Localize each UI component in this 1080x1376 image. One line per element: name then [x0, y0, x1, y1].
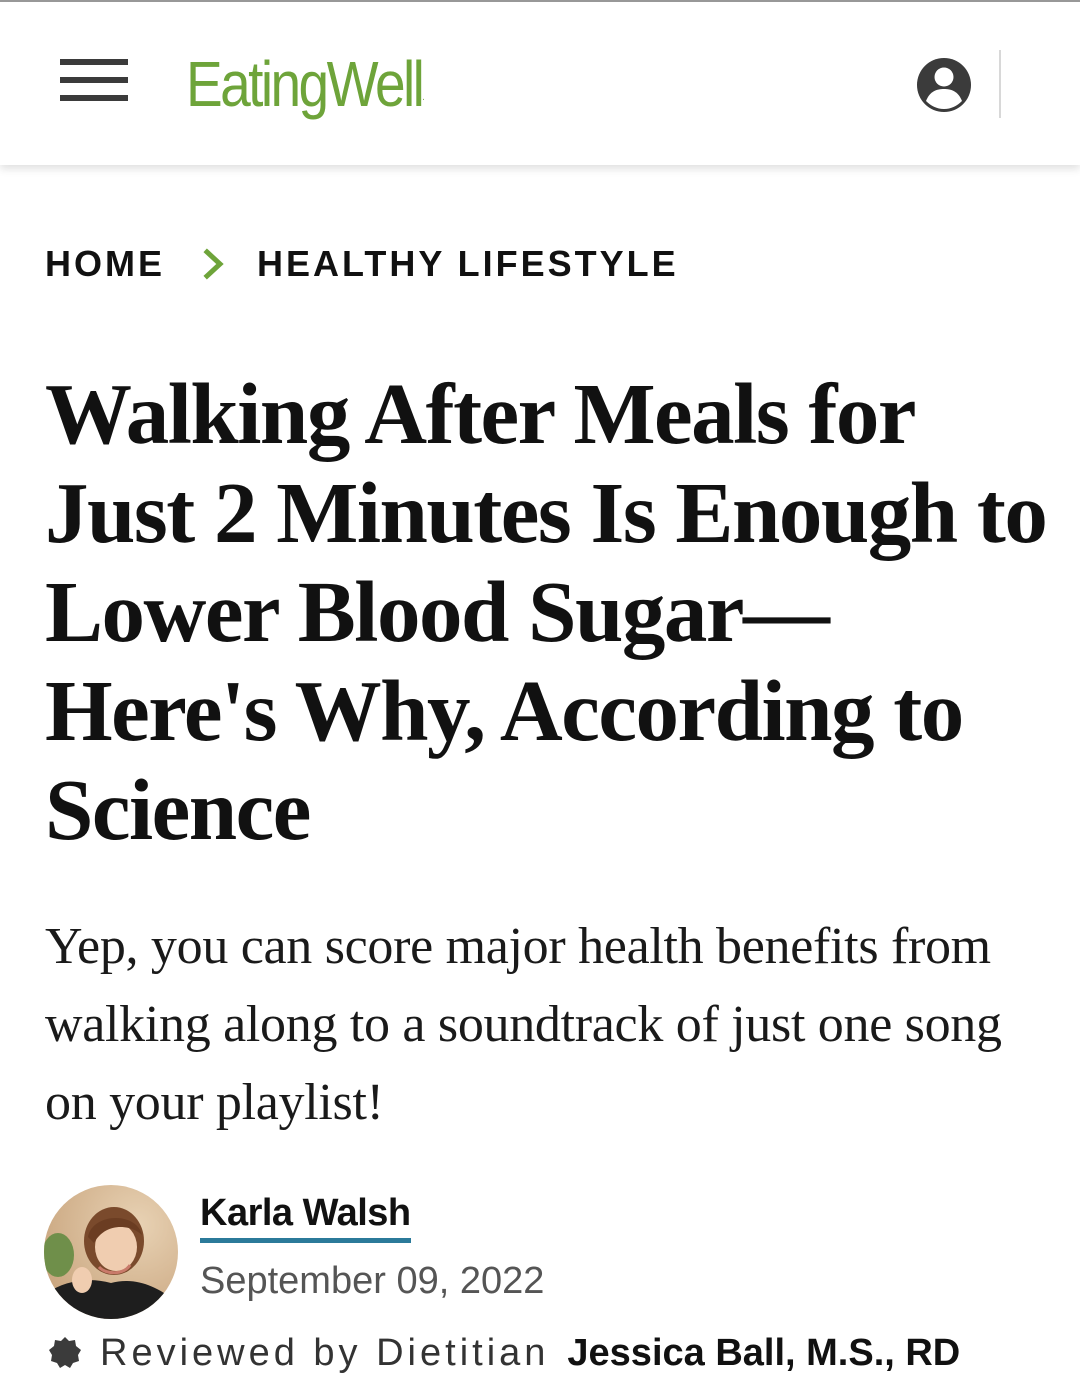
logo-trademark: . [422, 92, 425, 103]
reviewed-by-label: Reviewed by Dietitian [100, 1332, 550, 1374]
user-account-icon[interactable] [914, 55, 974, 115]
site-logo[interactable]: EatingWell. [186, 44, 425, 138]
menu-line [60, 59, 128, 65]
article-headline: Walking After Meals for Just 2 Minutes I… [45, 365, 1048, 858]
breadcrumb-healthy-lifestyle[interactable]: HEALTHY LIFESTYLE [257, 243, 679, 285]
reviewer-name-link[interactable]: Jessica Ball, M.S., RD [567, 1330, 960, 1376]
badge-check-icon [49, 1337, 81, 1368]
publish-date: September 09, 2022 [200, 1260, 545, 1302]
reviewed-by-line: Reviewed by Dietitian Jessica Ball, M.S.… [48, 1330, 960, 1376]
author-avatar[interactable] [44, 1185, 178, 1319]
menu-line [60, 77, 128, 83]
site-header: EatingWell. [0, 2, 1080, 165]
breadcrumb-home[interactable]: HOME [45, 243, 165, 285]
article-dek: Yep, you can score major health benefits… [45, 918, 1002, 1131]
hamburger-menu-icon[interactable] [60, 57, 128, 107]
logo-text: EatingWell [186, 48, 425, 120]
header-divider [999, 50, 1001, 118]
author-name-link[interactable]: Karla Walsh [200, 1190, 411, 1243]
chevron-right-icon [203, 248, 224, 280]
menu-line [60, 95, 128, 101]
breadcrumb: HOME HEALTHY LIFESTYLE [45, 240, 679, 288]
